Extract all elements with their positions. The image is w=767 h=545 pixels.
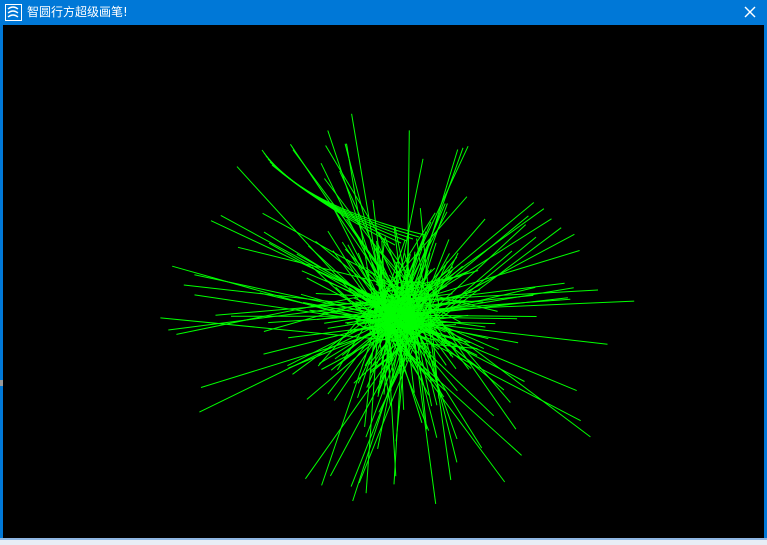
title-bar[interactable]: 智圆行方超级画笔!: [0, 0, 767, 25]
stroke-line: [320, 162, 400, 324]
close-icon: [744, 3, 756, 22]
window-title: 智圆行方超级画笔!: [27, 5, 128, 19]
stroke-line: [262, 212, 461, 323]
swoosh-curve: [267, 158, 408, 242]
line-burst-drawing: [160, 113, 635, 504]
drawing-canvas[interactable]: [3, 25, 764, 538]
left-edge-mark: [0, 380, 3, 386]
app-icon: [5, 4, 22, 21]
swoosh-curve: [261, 149, 426, 236]
window-bottom-edge: [0, 538, 767, 540]
burst-lines: [160, 113, 635, 504]
close-button[interactable]: [733, 0, 767, 25]
app-window: 智圆行方超级画笔!: [0, 0, 767, 545]
